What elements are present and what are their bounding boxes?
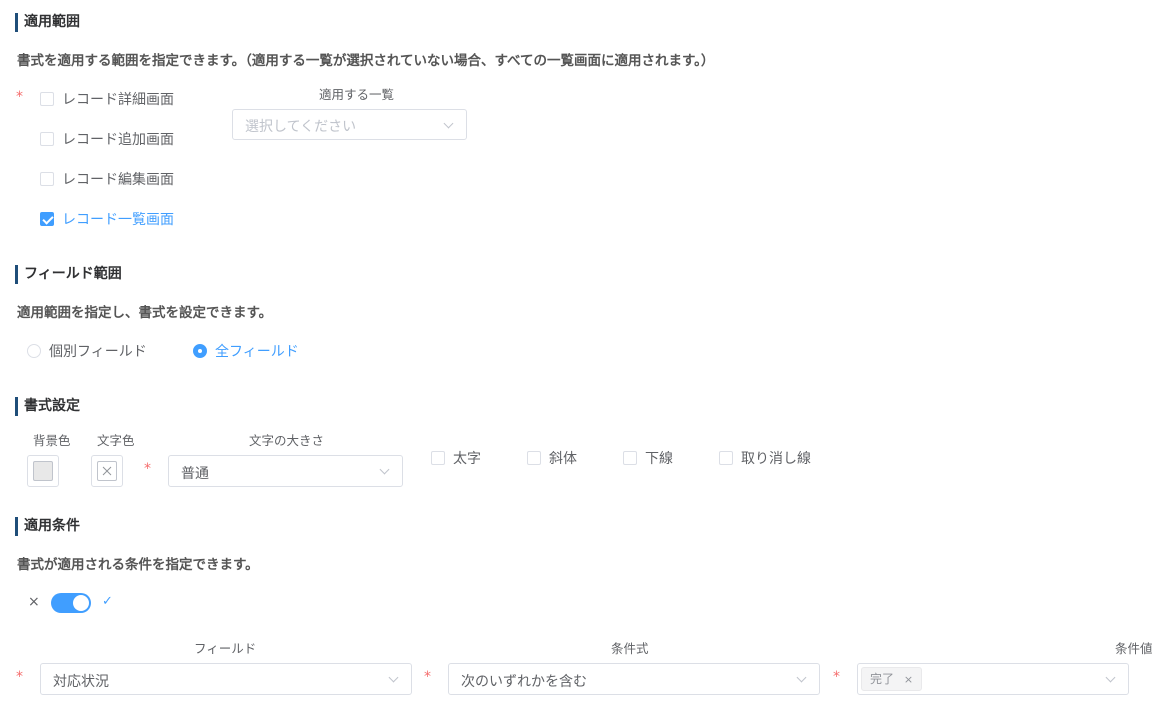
- condition-operator-select[interactable]: 次のいずれかを含む: [448, 663, 820, 695]
- strikethrough-checkbox[interactable]: [719, 451, 733, 465]
- chevron-down-icon: [379, 464, 390, 475]
- list-select-placeholder: 選択してください: [245, 119, 357, 135]
- condition-operator-value: 次のいずれかを含む: [461, 674, 587, 690]
- text-color-label: 文字色: [97, 433, 135, 448]
- condition-field-value: 対応状況: [53, 674, 109, 690]
- strikethrough-label[interactable]: 取り消し線: [741, 448, 811, 468]
- font-size-select[interactable]: 普通: [168, 455, 403, 487]
- text-color-swatch: [97, 461, 117, 481]
- bg-color-picker[interactable]: [27, 455, 59, 487]
- operator-column-label: 条件式: [611, 641, 649, 656]
- field-scope-description: 適用範囲を指定し、書式を設定できます。: [17, 305, 273, 321]
- bold-label[interactable]: 太字: [453, 448, 481, 468]
- condition-section-title: 適用条件: [15, 517, 80, 536]
- individual-field-radio[interactable]: [27, 344, 41, 358]
- all-fields-radio[interactable]: [193, 344, 207, 358]
- chevron-down-icon: [796, 672, 807, 683]
- scope-add-checkbox[interactable]: [40, 132, 54, 146]
- value-tag: 完了 ×: [861, 667, 923, 691]
- underline-label[interactable]: 下線: [645, 448, 673, 468]
- condition-value-select[interactable]: 完了 ×: [857, 663, 1129, 695]
- condition-toggle[interactable]: [51, 593, 91, 613]
- field-column-label: フィールド: [194, 641, 257, 656]
- scope-edit-checkbox[interactable]: [40, 172, 54, 186]
- chevron-down-icon: [388, 672, 399, 683]
- all-fields-label[interactable]: 全フィールド: [215, 341, 299, 361]
- scope-section-title: 適用範囲: [15, 13, 80, 32]
- chevron-down-icon: [443, 118, 454, 129]
- tag-close-icon[interactable]: ×: [904, 673, 913, 686]
- value-tag-label: 完了: [870, 672, 895, 686]
- scope-list-checkbox[interactable]: [40, 212, 54, 226]
- font-size-label: 文字の大きさ: [249, 433, 325, 448]
- scope-add-label[interactable]: レコード追加画面: [62, 129, 174, 149]
- toggle-off-icon: ×: [28, 594, 40, 610]
- list-select-label: 適用する一覧: [319, 87, 395, 102]
- individual-field-label[interactable]: 個別フィールド: [49, 341, 147, 361]
- font-size-value: 普通: [181, 466, 209, 482]
- italic-label[interactable]: 斜体: [549, 448, 577, 468]
- scope-description: 書式を適用する範囲を指定できます。（適用する一覧が選択されていない場合、すべての…: [17, 53, 715, 69]
- scope-edit-label[interactable]: レコード編集画面: [62, 169, 174, 189]
- bg-color-swatch: [33, 461, 53, 481]
- toggle-knob: [73, 595, 89, 611]
- operator-required-mark: *: [424, 669, 431, 685]
- underline-checkbox[interactable]: [623, 451, 637, 465]
- condition-field-select[interactable]: 対応状況: [40, 663, 412, 695]
- field-scope-section-title: フィールド範囲: [15, 265, 122, 284]
- chevron-down-icon: [1105, 672, 1116, 683]
- value-required-mark: *: [833, 669, 840, 685]
- bg-color-label: 背景色: [33, 433, 71, 448]
- close-icon: [102, 466, 112, 476]
- condition-description: 書式が適用される条件を指定できます。: [17, 557, 259, 573]
- toggle-on-icon: ✓: [102, 594, 113, 609]
- scope-required-mark: *: [16, 89, 23, 105]
- value-column-label: 条件値: [1115, 641, 1153, 656]
- list-select[interactable]: 選択してください: [232, 109, 467, 140]
- bold-checkbox[interactable]: [431, 451, 445, 465]
- text-color-picker[interactable]: [91, 455, 123, 487]
- field-required-mark: *: [16, 669, 23, 685]
- italic-checkbox[interactable]: [527, 451, 541, 465]
- scope-detail-label[interactable]: レコード詳細画面: [62, 89, 174, 109]
- scope-list-label[interactable]: レコード一覧画面: [62, 209, 174, 229]
- font-size-required-mark: *: [144, 461, 151, 477]
- scope-detail-checkbox[interactable]: [40, 92, 54, 106]
- format-section-title: 書式設定: [15, 397, 80, 416]
